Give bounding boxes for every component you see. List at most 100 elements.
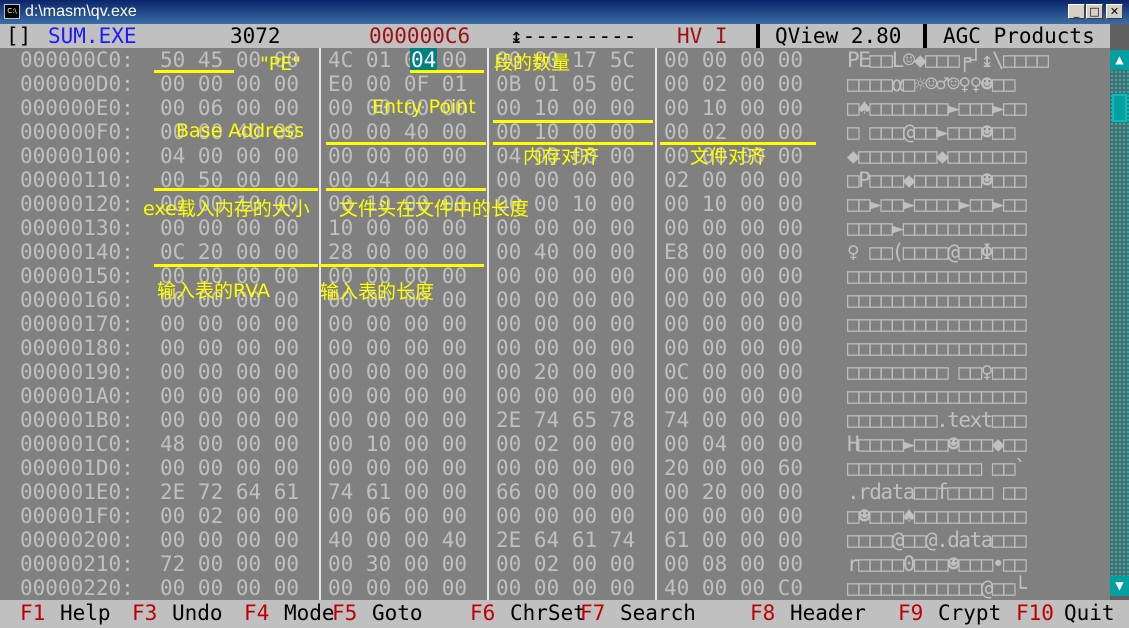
hex-group[interactable]: 66 00 00 00 — [496, 480, 635, 504]
hex-group[interactable]: 00 20 00 00 — [664, 480, 803, 504]
hex-group[interactable]: 00 00 00 00 — [496, 168, 635, 192]
fkey-f1[interactable]: F1 — [20, 600, 45, 626]
hex-group[interactable]: 00 00 00 00 — [496, 504, 635, 528]
hex-group[interactable]: 00 00 00 00 — [328, 360, 467, 384]
hex-row[interactable]: 000001E0: 2E 72 64 61 74 61 00 00 66 00 00 … — [0, 480, 1110, 504]
hex-row[interactable]: 000001F0: 00 02 00 00 00 06 00 00 00 00 00 … — [0, 504, 1110, 528]
hex-group[interactable]: 00 00 00 00 — [664, 264, 803, 288]
hex-group[interactable]: 4C 01 04 00 — [328, 48, 467, 72]
hex-group[interactable]: 00 00 00 00 — [664, 216, 803, 240]
ascii-column[interactable]: □□□□□□□□□□□□□□□□ — [847, 336, 1027, 360]
hex-row[interactable]: 000001D0: 00 00 00 00 00 00 00 00 00 00 00 … — [0, 456, 1110, 480]
hex-group[interactable]: 00 00 00 00 — [328, 384, 467, 408]
hex-row[interactable]: 00000190: 00 00 00 00 00 00 00 00 00 20 00 … — [0, 360, 1110, 384]
hex-group[interactable]: 74 61 00 00 — [328, 480, 467, 504]
fkey-f4[interactable]: F4 — [244, 600, 269, 626]
fkey-f8[interactable]: F8 — [750, 600, 775, 626]
hex-group[interactable]: 00 00 00 00 — [496, 312, 635, 336]
ascii-column[interactable]: □□□□□□□□□□□□ □□` — [847, 456, 1027, 480]
hex-group[interactable]: 00 00 00 00 — [328, 576, 467, 600]
hex-group[interactable]: 00 08 00 00 — [664, 552, 803, 576]
hex-group[interactable]: 00 00 00 00 — [496, 456, 635, 480]
hex-group[interactable]: 00 06 00 00 — [160, 96, 299, 120]
hex-group[interactable]: 2E 72 64 61 — [160, 480, 299, 504]
ascii-column[interactable]: □□□□□□□□.text□□□ — [847, 408, 1027, 432]
hex-group[interactable]: 00 00 00 00 — [160, 336, 299, 360]
hex-row[interactable]: 000000E0: 00 06 00 00 00 00 00 00 00 10 00 … — [0, 96, 1110, 120]
hex-group[interactable]: 00 06 00 00 — [328, 504, 467, 528]
fkey-f7[interactable]: F7 — [580, 600, 605, 626]
hex-group[interactable]: 00 02 00 00 — [496, 432, 635, 456]
hex-group[interactable]: 00 00 00 00 — [664, 384, 803, 408]
hex-group[interactable]: 48 00 00 00 — [160, 432, 299, 456]
hex-row[interactable]: 00000140: 0C 20 00 00 28 00 00 00 00 40 00 … — [0, 240, 1110, 264]
hex-group[interactable]: 00 10 00 00 — [328, 432, 467, 456]
ascii-column[interactable]: ♀ □□(□□□□@□□Φ□□□ — [847, 240, 1027, 264]
fkey-label-header[interactable]: Header — [790, 600, 866, 626]
ascii-column[interactable]: □□□□@□□@.data□□□ — [847, 528, 1027, 552]
hex-group[interactable]: 72 00 00 00 — [160, 552, 299, 576]
hex-group[interactable]: 00 00 00 00 — [496, 288, 635, 312]
ascii-column[interactable]: □□□□□□□□□ □□♀□□□ — [847, 360, 1027, 384]
scroll-down-arrow-icon[interactable]: ▼ — [1110, 576, 1129, 596]
fkey-label-crypt[interactable]: Crypt — [938, 600, 1001, 626]
fkey-f6[interactable]: F6 — [470, 600, 495, 626]
fkey-f5[interactable]: F5 — [332, 600, 357, 626]
ascii-column[interactable]: □□□□□□□□□□□□@□□└ — [847, 576, 1027, 600]
console-app-icon[interactable]: C:\ — [4, 4, 20, 19]
hex-group[interactable]: 61 00 00 00 — [664, 528, 803, 552]
hex-dump[interactable]: 000000C0: 50 45 00 00 4C 01 04 00 00 00 17 … — [0, 48, 1110, 604]
hex-group[interactable]: 2E 74 65 78 — [496, 408, 635, 432]
ascii-column[interactable]: PE□□L☺◆□□□╒┘↨\□□□□ — [847, 48, 1049, 72]
hex-group[interactable]: 0C 00 00 00 — [664, 360, 803, 384]
hex-group[interactable]: 00 40 00 00 — [496, 240, 635, 264]
hex-group[interactable]: 00 00 00 00 — [328, 408, 467, 432]
hex-group[interactable]: E8 00 00 00 — [664, 240, 803, 264]
ascii-column[interactable]: □P□□□◆□□□□□□☻□□□ — [847, 168, 1027, 192]
hex-group[interactable]: 00 00 00 00 — [328, 336, 467, 360]
hex-row[interactable]: 00000210: 72 00 00 00 00 30 00 00 00 02 00 … — [0, 552, 1110, 576]
hex-group[interactable]: 00 30 00 00 — [328, 552, 467, 576]
ascii-column[interactable]: □□►□□►□□□□►□□►□□ — [847, 192, 1027, 216]
fkey-label-quit[interactable]: Quit — [1064, 600, 1115, 626]
hex-group[interactable]: 00 00 00 00 — [160, 360, 299, 384]
hex-group[interactable]: 0C 20 00 00 — [160, 240, 299, 264]
hex-group[interactable]: 00 00 00 00 — [328, 144, 467, 168]
ascii-column[interactable]: □□□□□□□□□□□□□□□□ — [847, 312, 1027, 336]
fkey-f3[interactable]: F3 — [132, 600, 157, 626]
hex-group[interactable]: 00 00 00 00 — [160, 72, 299, 96]
fkey-label-help[interactable]: Help — [60, 600, 111, 626]
ascii-column[interactable]: □□□□□□□□□□□□□□□□ — [847, 264, 1027, 288]
hex-group[interactable]: 00 00 00 00 — [664, 48, 803, 72]
hex-group[interactable]: 00 00 40 00 — [328, 120, 467, 144]
fkey-label-goto[interactable]: Goto — [372, 600, 423, 626]
ascii-column[interactable]: □♠□□□□□□□►□□□►□□ — [847, 96, 1027, 120]
minimize-button[interactable]: _ — [1068, 4, 1085, 19]
hex-row[interactable]: 000001B0: 00 00 00 00 00 00 00 00 2E 74 65 … — [0, 408, 1110, 432]
hex-group[interactable]: 00 00 00 00 — [496, 264, 635, 288]
hex-group[interactable]: 00 00 00 00 — [664, 312, 803, 336]
hex-row[interactable]: 000000F0: 00 00 40 00 00 00 40 00 00 10 00 … — [0, 120, 1110, 144]
hex-group[interactable]: 00 00 00 00 — [160, 576, 299, 600]
hex-row[interactable]: 000000D0: 00 00 00 00 E0 00 0F 01 0B 01 05 … — [0, 72, 1110, 96]
hex-row[interactable]: 00000220: 00 00 00 00 00 00 00 00 00 00 00 … — [0, 576, 1110, 600]
hex-row[interactable]: 00000180: 00 00 00 00 00 00 00 00 00 00 00 … — [0, 336, 1110, 360]
fkey-f9[interactable]: F9 — [898, 600, 923, 626]
hex-group[interactable]: 00 00 00 00 — [160, 312, 299, 336]
hex-group[interactable]: 00 00 00 00 — [160, 408, 299, 432]
hex-group[interactable]: 00 00 00 00 — [160, 384, 299, 408]
hex-group[interactable]: 0B 01 05 0C — [496, 72, 635, 96]
fkey-label-search[interactable]: Search — [620, 600, 696, 626]
hex-row[interactable]: 000001A0: 00 00 00 00 00 00 00 00 00 00 00 … — [0, 384, 1110, 408]
ascii-column[interactable]: □ □□□@□□►□□□☻□□ — [847, 120, 1016, 144]
hex-group[interactable]: 74 00 00 00 — [664, 408, 803, 432]
fkey-label-mode[interactable]: Mode — [284, 600, 335, 626]
ascii-column[interactable]: □□□□►□□□□□□□□□□□ — [847, 216, 1027, 240]
hex-group[interactable]: 2E 64 61 74 — [496, 528, 635, 552]
ascii-column[interactable]: □□□□□□□□□□□□□□□□ — [847, 384, 1027, 408]
ascii-column[interactable]: r□□□□0□□□☻□□□•□□ — [847, 552, 1027, 576]
ascii-column[interactable]: □□□□□□□□□□□□□□□□ — [847, 288, 1027, 312]
hex-group[interactable]: 00 00 00 00 — [664, 504, 803, 528]
hex-group[interactable]: 00 00 00 00 — [328, 312, 467, 336]
ascii-column[interactable]: .rdata□□f□□□□ □□ — [847, 480, 1027, 504]
